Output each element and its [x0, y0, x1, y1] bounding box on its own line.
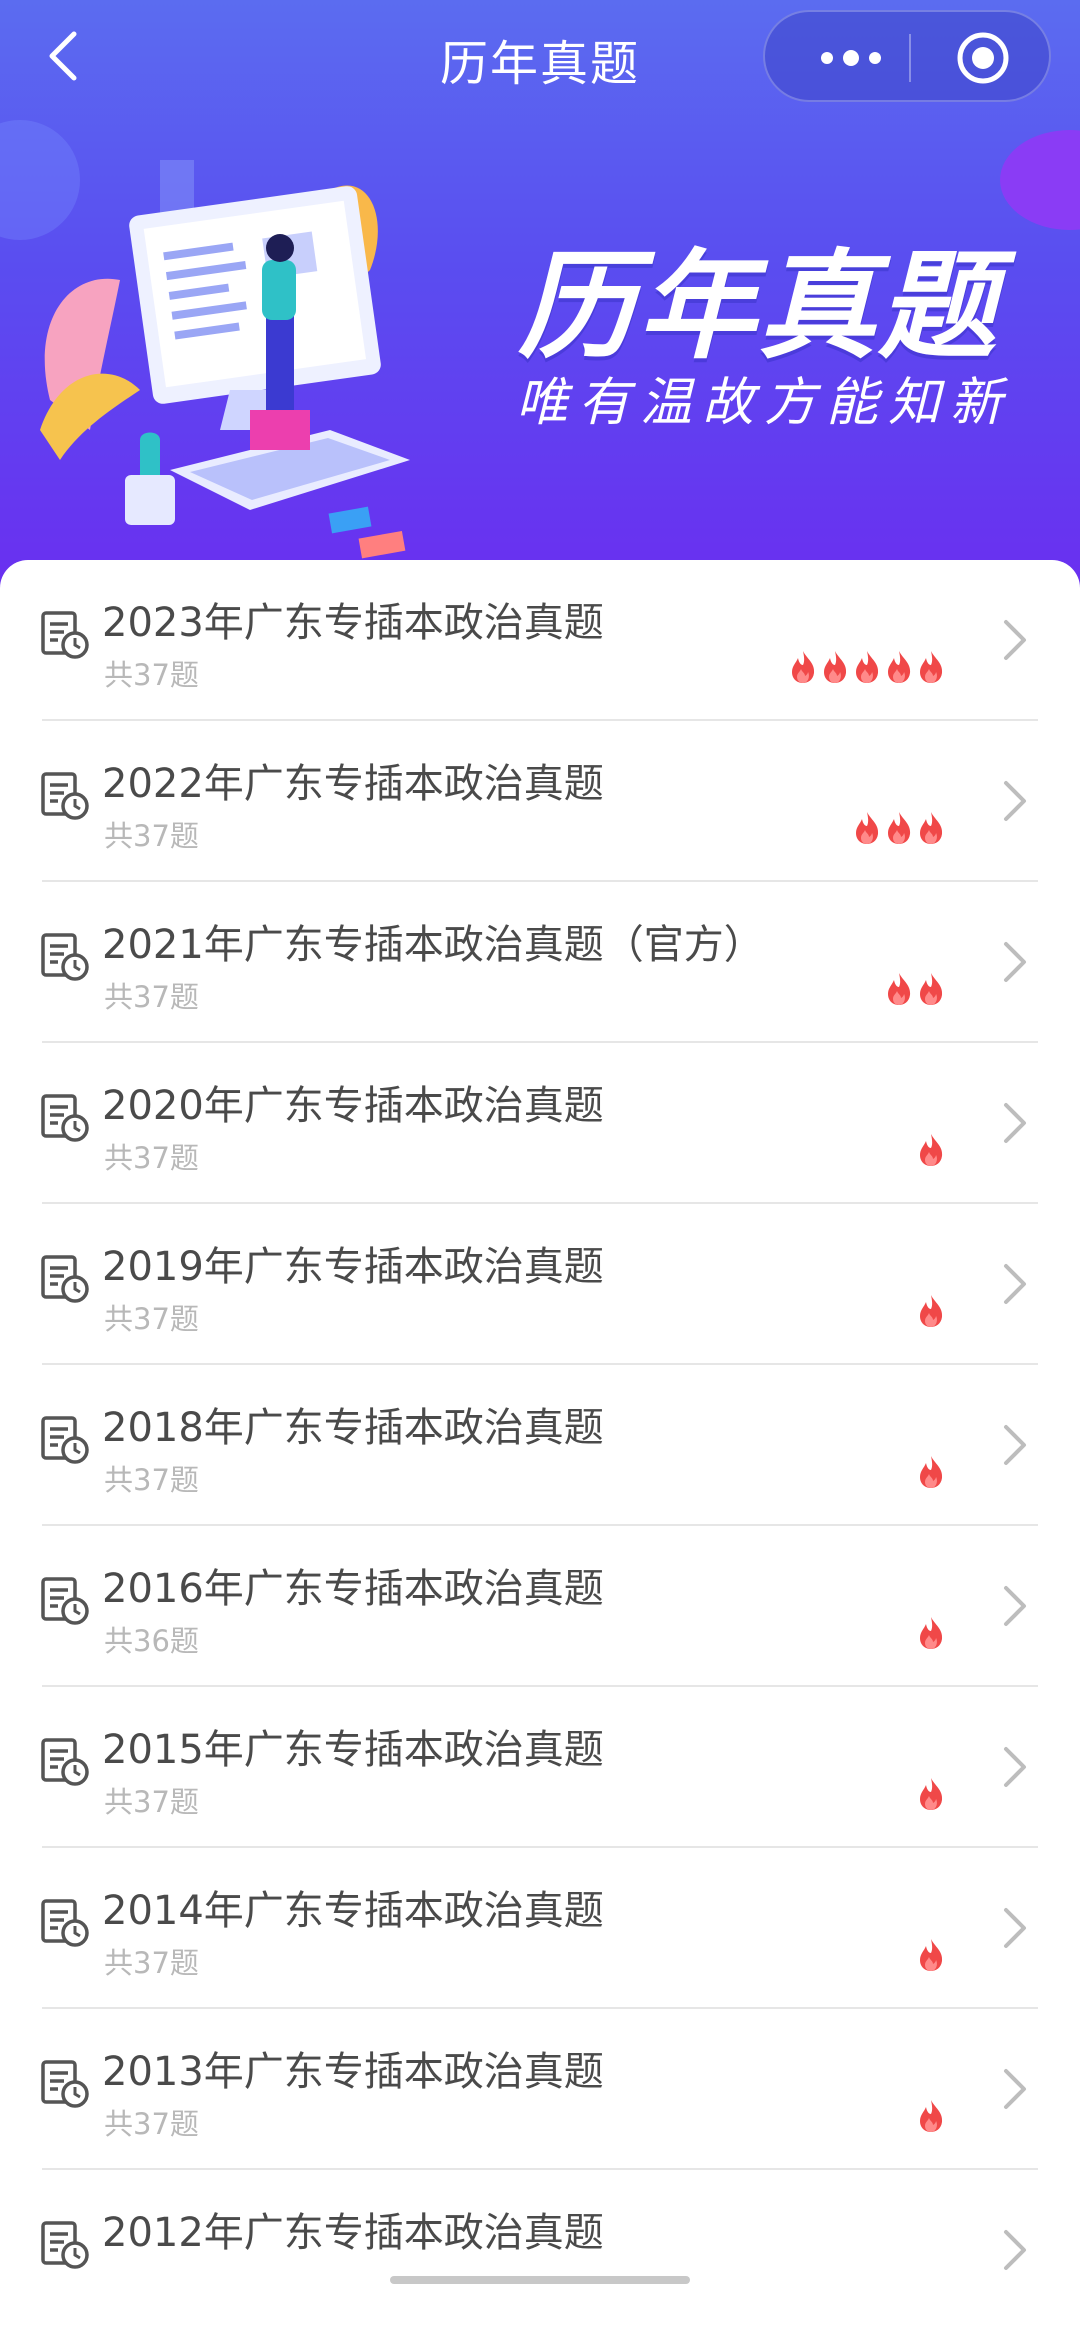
flame-icon [789, 650, 817, 684]
flame-icon [917, 1616, 945, 1650]
chevron-right-icon [1000, 779, 1030, 823]
list-item[interactable]: 2019年广东专插本政治真题共37题 [0, 1204, 1080, 1365]
hot-rating [917, 1294, 945, 1328]
flame-icon [853, 650, 881, 684]
hot-rating [917, 2099, 945, 2133]
flame-icon [885, 972, 913, 1006]
chevron-right-icon [1000, 1906, 1030, 1950]
exam-paper-icon [40, 610, 90, 660]
item-title: 2019年广东专插本政治真题 [102, 1244, 604, 1290]
hero-banner: 历年真题 历年真题 唯有温故方能知新 [0, 0, 1080, 590]
flame-icon [885, 811, 913, 845]
flame-icon [917, 1133, 945, 1167]
item-title: 2015年广东专插本政治真题 [102, 1727, 604, 1773]
exam-paper-icon [40, 1576, 90, 1626]
item-title: 2023年广东专插本政治真题 [102, 600, 604, 646]
home-indicator [390, 2276, 690, 2284]
item-count: 共37题 [104, 1785, 199, 1819]
list-item[interactable]: 2020年广东专插本政治真题共37题 [0, 1043, 1080, 1204]
list-item[interactable]: 2015年广东专插本政治真题共37题 [0, 1687, 1080, 1848]
hot-rating [917, 1616, 945, 1650]
paper-list: 2023年广东专插本政治真题 共37题 2022年广东专插本政治真题 共37题 2021… [0, 560, 1080, 2320]
exam-paper-icon [40, 1093, 90, 1143]
item-title: 2012年广东专插本政治真题 [102, 2210, 604, 2256]
chevron-right-icon [1000, 1423, 1030, 1467]
hero-subtitle: 唯有温故方能知新 [516, 373, 1013, 433]
item-title: 2018年广东专插本政治真题 [102, 1405, 604, 1451]
chevron-right-icon [1000, 1745, 1030, 1789]
exam-paper-icon [40, 771, 90, 821]
item-title: 2022年广东专插本政治真题 [102, 761, 604, 807]
nav-bar: 历年真题 [0, 0, 1080, 120]
target-circle-icon[interactable] [953, 28, 1013, 88]
exam-paper-icon [40, 1415, 90, 1465]
hot-rating [917, 1777, 945, 1811]
chevron-right-icon [1000, 1262, 1030, 1306]
item-title: 2014年广东专插本政治真题 [102, 1888, 604, 1934]
exam-paper-icon [40, 1737, 90, 1787]
item-count: 共37题 [104, 658, 199, 692]
list-item[interactable]: 2013年广东专插本政治真题共37题 [0, 2009, 1080, 2170]
mini-program-capsule [763, 10, 1051, 102]
flame-icon [917, 1777, 945, 1811]
list-item[interactable]: 2023年广东专插本政治真题共37题 [0, 560, 1080, 721]
item-count: 共37题 [104, 2107, 199, 2141]
computer-illustration [40, 160, 410, 559]
flame-icon [853, 811, 881, 845]
item-count: 共37题 [104, 1302, 199, 1336]
list-item[interactable]: 2012年广东专插本政治真题 [0, 2170, 1080, 2331]
exam-paper-icon [40, 932, 90, 982]
decor-blob [1000, 130, 1080, 230]
flame-icon [917, 1455, 945, 1489]
hot-rating [917, 1938, 945, 1972]
item-count: 共37题 [104, 1463, 199, 1497]
list-item[interactable]: 2018年广东专插本政治真题共37题 [0, 1365, 1080, 1526]
chevron-right-icon [1000, 2228, 1030, 2272]
item-title: 2013年广东专插本政治真题 [102, 2049, 604, 2095]
item-count: 共37题 [104, 819, 199, 853]
item-title: 2020年广东专插本政治真题 [102, 1083, 604, 1129]
hot-rating [917, 1133, 945, 1167]
exam-paper-icon [40, 1898, 90, 1948]
flame-icon [917, 1938, 945, 1972]
list-item[interactable]: 2021年广东专插本政治真题（官方） 共37题 [0, 882, 1080, 1043]
list-item[interactable]: 2016年广东专插本政治真题共36题 [0, 1526, 1080, 1687]
chevron-right-icon [1000, 2067, 1030, 2111]
exam-paper-icon [40, 2220, 90, 2270]
item-count: 共37题 [104, 1141, 199, 1175]
chevron-right-icon [1000, 940, 1030, 984]
item-title: 2016年广东专插本政治真题 [102, 1566, 604, 1612]
chevron-right-icon [1000, 1101, 1030, 1145]
chevron-right-icon [1000, 618, 1030, 662]
flame-icon [917, 972, 945, 1006]
flame-icon [821, 650, 849, 684]
item-count: 共37题 [104, 980, 199, 1014]
flame-icon [917, 2099, 945, 2133]
flame-icon [917, 650, 945, 684]
list-item[interactable]: 2014年广东专插本政治真题共37题 [0, 1848, 1080, 2009]
hot-rating [917, 1455, 945, 1489]
item-count: 共36题 [104, 1624, 199, 1658]
flame-icon [917, 811, 945, 845]
exam-paper-icon [40, 1254, 90, 1304]
hot-rating [853, 811, 945, 845]
hot-rating [885, 972, 945, 1006]
hero-title: 历年真题 [518, 237, 999, 375]
item-title: 2021年广东专插本政治真题（官方） [102, 922, 764, 968]
more-dots-icon[interactable] [805, 38, 905, 78]
list-item[interactable]: 2022年广东专插本政治真题共37题 [0, 721, 1080, 882]
exam-paper-icon [40, 2059, 90, 2109]
flame-icon [885, 650, 913, 684]
capsule-divider [909, 34, 911, 82]
item-count: 共37题 [104, 1946, 199, 1980]
hot-rating [789, 650, 945, 684]
flame-icon [917, 1294, 945, 1328]
chevron-right-icon [1000, 1584, 1030, 1628]
